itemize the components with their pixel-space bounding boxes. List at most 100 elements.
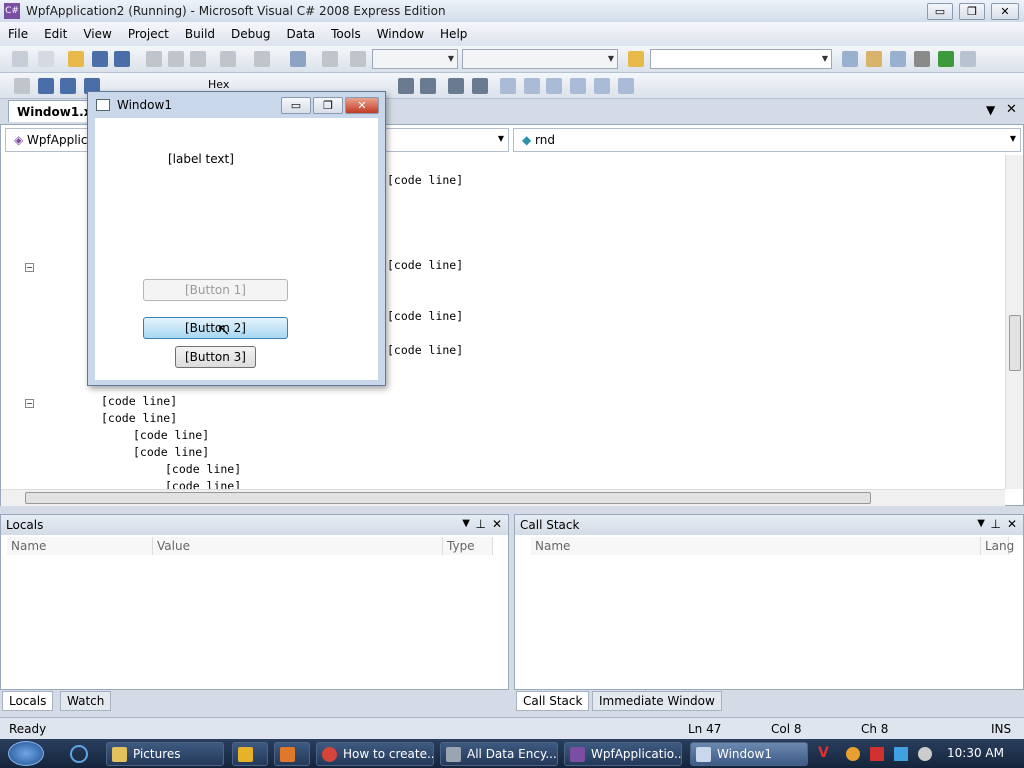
minimize-button[interactable]: ▭ [927,3,953,20]
layout-icon[interactable] [960,51,976,67]
toolbox-icon[interactable] [914,51,930,67]
dropdown-icon[interactable]: ▼ [977,518,985,529]
volume-tray-icon[interactable] [918,747,932,761]
menu-view[interactable]: View [75,22,119,46]
menu-window[interactable]: Window [369,22,432,46]
tab-immediate-window[interactable]: Immediate Window [592,691,722,711]
menu-bar: File Edit View Project Build Debug Data Tools Wi… [0,22,1024,46]
dropdown-icon[interactable]: ▼ [462,518,470,529]
menu-debug[interactable]: Debug [223,22,278,46]
find-combo[interactable]: ▼ [650,49,832,69]
find-icon[interactable] [322,51,338,67]
antivirus-tray-icon[interactable]: V [818,745,829,761]
stop-icon[interactable] [60,78,76,94]
platform-combo[interactable]: ▼ [462,49,618,69]
cut-icon[interactable] [146,51,162,67]
clock[interactable]: 10:30 AM [947,746,1004,760]
find-in-files-icon[interactable] [628,51,644,67]
pin-icon[interactable]: ⊥ [476,517,486,531]
taskbar-item-chrome[interactable]: How to create... [316,742,434,766]
redo-icon[interactable] [254,51,270,67]
solution-explorer-icon[interactable] [842,51,858,67]
save-all-icon[interactable] [114,51,130,67]
horizontal-scrollbar[interactable] [1,489,1005,506]
add-item-icon[interactable] [38,51,54,67]
taskbar-item-pictures[interactable]: Pictures [106,742,224,766]
start-debug-icon[interactable] [350,51,366,67]
tab-dropdown-icon[interactable]: ▼ [986,103,995,117]
button-3[interactable]: [Button 3] [175,346,256,368]
visual-csharp-icon [570,747,585,762]
open-file-icon[interactable] [68,51,84,67]
pin-icon[interactable]: ⊥ [991,517,1001,531]
uncomment-icon[interactable] [472,78,488,94]
search-tray-icon[interactable] [846,747,860,761]
indent-icon[interactable] [398,78,414,94]
button-1[interactable]: [Button 1] [143,279,288,301]
next-bookmark-icon[interactable] [546,78,562,94]
column-name[interactable]: Name [7,537,153,555]
copy-icon[interactable] [168,51,184,67]
close-button[interactable]: ✕ [991,3,1019,20]
menu-project[interactable]: Project [120,22,177,46]
column-name[interactable]: Name [531,537,981,555]
new-project-icon[interactable] [12,51,28,67]
internet-explorer-icon[interactable] [70,745,88,763]
menu-edit[interactable]: Edit [36,22,75,46]
network-tray-icon[interactable] [894,747,908,761]
start-page-icon[interactable] [938,51,954,67]
flag-tray-icon[interactable] [870,747,884,761]
start-button[interactable] [8,741,44,766]
outdent-icon[interactable] [420,78,436,94]
properties-icon[interactable] [866,51,882,67]
vertical-scrollbar[interactable] [1005,155,1023,489]
prev-bookmark-icon[interactable] [524,78,540,94]
menu-file[interactable]: File [0,22,36,46]
pause-icon[interactable] [38,78,54,94]
member-combo[interactable]: ◆ rnd ▼ [513,128,1021,152]
close-icon[interactable]: ✕ [1007,517,1017,531]
menu-help[interactable]: Help [432,22,475,46]
wpf-close-button[interactable]: ✕ [345,97,379,114]
collapse-icon[interactable]: − [25,263,34,272]
menu-build[interactable]: Build [177,22,223,46]
button-2[interactable]: [Button 2] [143,317,288,339]
next-bookmark-folder-icon[interactable] [594,78,610,94]
object-browser-icon[interactable] [890,51,906,67]
hex-toggle[interactable]: Hex [208,78,229,91]
comment-icon[interactable] [448,78,464,94]
taskbar-item-window1[interactable]: Window1 [690,742,808,766]
paste-icon[interactable] [190,51,206,67]
taskbar-item-media[interactable] [232,742,268,766]
scroll-thumb[interactable] [25,492,871,504]
config-combo[interactable]: ▼ [372,49,458,69]
column-lang[interactable]: Lang [981,537,1014,555]
wpf-minimize-button[interactable]: ▭ [281,97,311,114]
save-icon[interactable] [92,51,108,67]
prev-bookmark-folder-icon[interactable] [570,78,586,94]
taskbar-item-app[interactable] [274,742,310,766]
undo-icon[interactable] [220,51,236,67]
code-line: [code line] [133,428,210,442]
collapse-icon[interactable]: − [25,399,34,408]
title-bar: C# WpfApplication2 (Running) - Microsoft… [0,0,1024,22]
taskbar-item-data-encryption[interactable]: All Data Ency... [440,742,558,766]
bookmark-icon[interactable] [500,78,516,94]
taskbar-item-visual-csharp[interactable]: WpfApplicatio... [564,742,682,766]
clear-bookmarks-icon[interactable] [618,78,634,94]
column-type[interactable]: Type [443,537,493,555]
wpf-maximize-button[interactable]: ❐ [313,97,343,114]
scroll-thumb[interactable] [1009,315,1021,371]
column-value[interactable]: Value [153,537,443,555]
close-icon[interactable]: ✕ [492,517,502,531]
tab-locals[interactable]: Locals [2,691,54,711]
tab-window1-xaml[interactable]: Window1.xa [8,100,100,122]
navigate-icon[interactable] [290,51,306,67]
continue-icon[interactable] [14,78,30,94]
tab-call-stack[interactable]: Call Stack [516,691,590,711]
close-tab-icon[interactable]: ✕ [1006,102,1017,117]
tab-watch[interactable]: Watch [60,691,112,711]
maximize-button[interactable]: ❐ [959,3,985,20]
menu-data[interactable]: Data [278,22,323,46]
menu-tools[interactable]: Tools [323,22,369,46]
